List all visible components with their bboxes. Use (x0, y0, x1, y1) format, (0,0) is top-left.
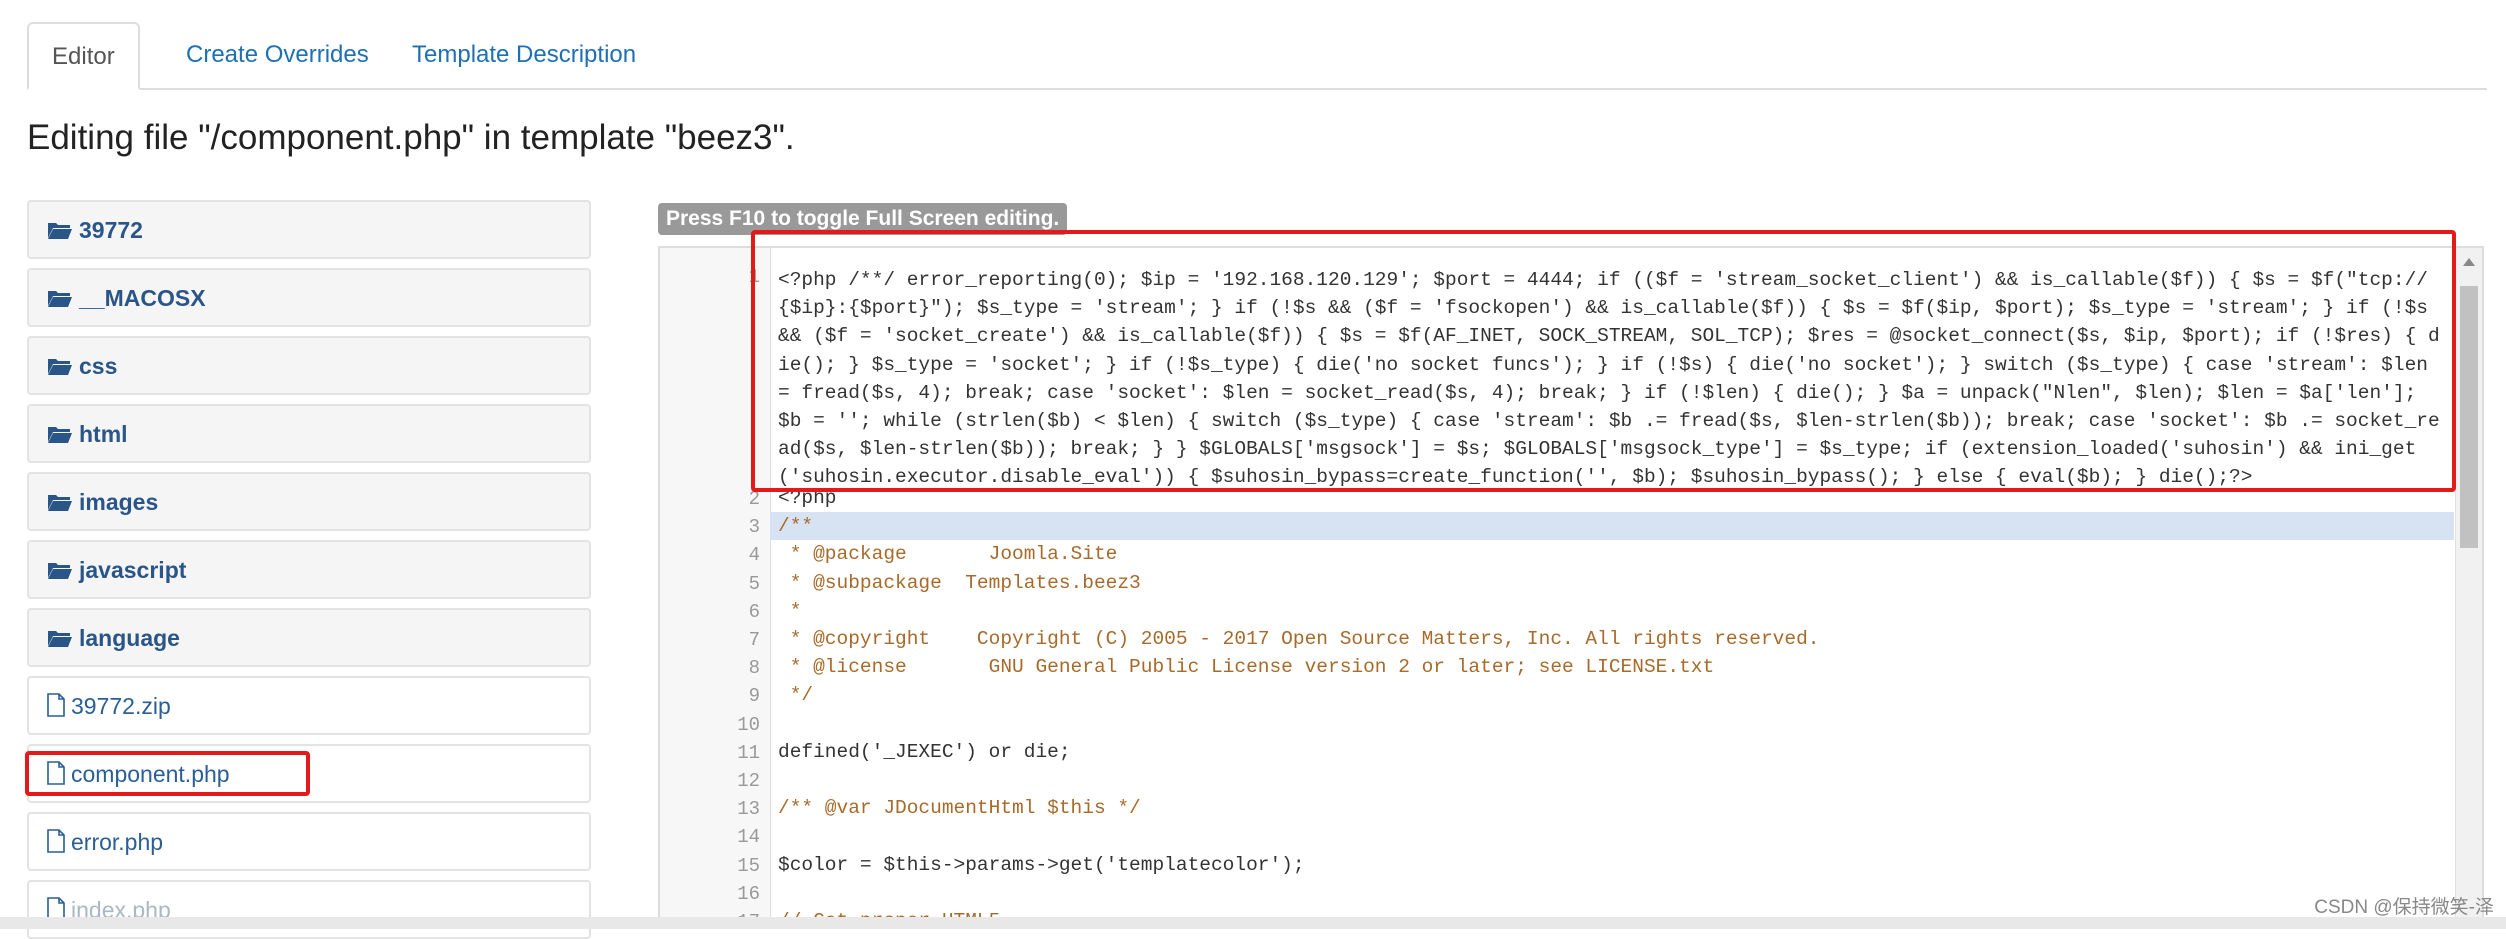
code-line[interactable] (770, 766, 2454, 794)
code-line[interactable]: $color = $this->params->get('templatecol… (770, 851, 2454, 879)
folder-open-icon (47, 285, 79, 311)
line-number: 7 (748, 629, 760, 651)
tree-item-label: __MACOSX (79, 285, 206, 311)
folder-open-icon (47, 489, 79, 515)
file-icon (47, 761, 71, 787)
folder-open-icon (47, 557, 79, 583)
line-number: 8 (748, 657, 760, 680)
page-title: Editing file "/component.php" in templat… (27, 118, 795, 157)
code-line[interactable]: * @package Joomla.Site (770, 540, 2454, 568)
line-number: 13 (737, 798, 760, 821)
code-line[interactable] (770, 822, 2454, 850)
line-number: 15 (737, 854, 760, 877)
folder-open-icon (47, 421, 79, 447)
line-number: 14 (737, 826, 760, 849)
line-number: 6 (748, 600, 760, 623)
line-number: 1 (748, 266, 760, 288)
line-number: 2 (748, 488, 760, 510)
tree-item-label: html (79, 421, 128, 447)
code-line[interactable]: <?php (770, 484, 2454, 512)
code-line[interactable]: defined('_JEXEC') or die; (770, 738, 2454, 766)
folder-open-icon (47, 625, 79, 651)
tree-item-label: css (79, 353, 118, 379)
code-line[interactable]: * @license GNU General Public License ve… (770, 653, 2454, 681)
file-item[interactable]: error.php (27, 812, 591, 871)
bottom-scrollbar[interactable] (0, 917, 2506, 929)
tree-item-label: error.php (71, 829, 164, 855)
tree-item-label: images (79, 489, 159, 515)
code-line-1[interactable]: <?php /**/ error_reporting(0); $ip = '19… (770, 262, 2454, 492)
folder-item[interactable]: __MACOSX (27, 268, 591, 327)
line-number: 5 (748, 572, 760, 595)
tab-editor[interactable]: Editor (27, 22, 140, 90)
line-number-gutter: 1234567891011121314151617 (660, 248, 771, 927)
scroll-up-arrow-icon[interactable] (2463, 258, 2475, 266)
file-item[interactable]: 39772.zip (27, 676, 591, 735)
line-number: 12 (737, 770, 760, 792)
tree-item-label: language (79, 625, 180, 651)
folder-item[interactable]: javascript (27, 540, 591, 599)
folder-item[interactable]: language (27, 608, 591, 667)
code-line[interactable]: * @copyright Copyright (C) 2005 - 2017 O… (770, 625, 2454, 653)
code-line[interactable]: */ (770, 681, 2454, 709)
code-line[interactable] (770, 879, 2454, 907)
folder-open-icon (47, 353, 79, 379)
editor-scrollbar[interactable] (2455, 248, 2482, 927)
line-number: 16 (737, 882, 760, 905)
file-item[interactable]: component.php (27, 744, 591, 803)
file-icon (47, 829, 71, 855)
folder-item[interactable]: 39772 (27, 200, 591, 259)
folder-item[interactable]: html (27, 404, 591, 463)
line-number: 3 (748, 516, 760, 539)
line-number: 9 (748, 685, 760, 708)
code-line[interactable]: /** @var JDocumentHtml $this */ (770, 794, 2454, 822)
folder-open-icon (47, 217, 79, 243)
code-line[interactable]: /** (770, 512, 2454, 541)
tree-item-label: javascript (79, 557, 187, 583)
code-line[interactable]: * @subpackage Templates.beez3 (770, 569, 2454, 597)
scrollbar-thumb[interactable] (2460, 286, 2478, 548)
code-line[interactable]: * (770, 597, 2454, 625)
line-number: 4 (748, 544, 760, 567)
folder-item[interactable]: css (27, 336, 591, 395)
line-number: 11 (737, 741, 760, 764)
watermark: CSDN @保持微笑-泽 (2314, 897, 2494, 918)
code-line[interactable] (770, 710, 2454, 738)
fullscreen-hint: Press F10 to toggle Full Screen editing. (658, 203, 1068, 235)
tab-template-description[interactable]: Template Description (389, 22, 659, 86)
code-area[interactable]: <?php /**/ error_reporting(0); $ip = '19… (770, 248, 2454, 927)
code-editor[interactable]: 1234567891011121314151617 <?php /**/ err… (658, 246, 2484, 929)
tab-bar: Editor Create Overrides Template Descrip… (27, 22, 2487, 90)
tree-item-label: 39772 (79, 217, 143, 243)
tree-item-label: 39772.zip (71, 693, 171, 719)
file-icon (47, 693, 71, 719)
line-number: 10 (737, 713, 760, 736)
file-item[interactable]: index.php (27, 880, 591, 939)
folder-item[interactable]: images (27, 472, 591, 531)
tab-create-overrides[interactable]: Create Overrides (163, 22, 392, 86)
tree-item-label: component.php (71, 761, 230, 787)
